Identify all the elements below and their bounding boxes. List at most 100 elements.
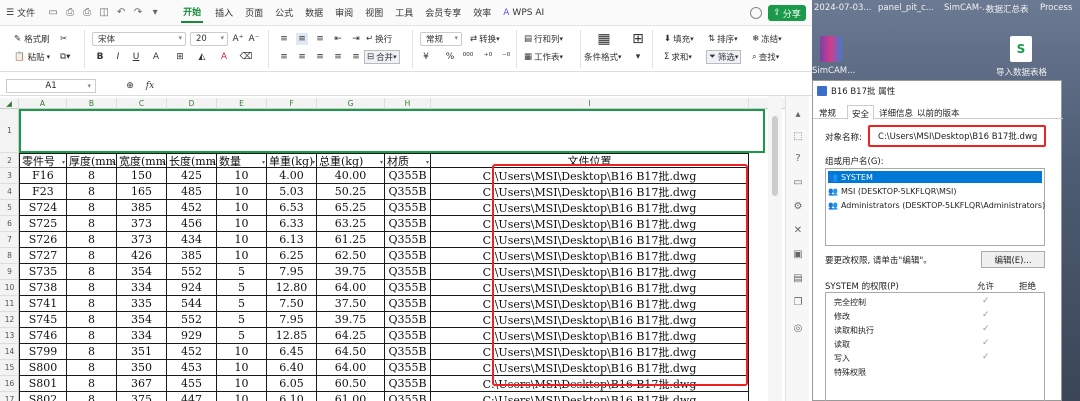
settings-icon[interactable]: ◎	[792, 322, 804, 334]
menu-tab-5[interactable]: 审阅	[335, 2, 353, 23]
border-icon[interactable]: ⊞	[174, 51, 186, 63]
table-cell[interactable]: 8	[67, 376, 117, 392]
table-cell[interactable]: 5	[217, 328, 267, 344]
layout-icon[interactable]: ▤	[792, 272, 804, 284]
menu-tab-2[interactable]: 页面	[245, 2, 263, 23]
conditional-format-button[interactable]: 条件格式 ▾	[584, 50, 622, 64]
column-header[interactable]: G	[317, 98, 385, 109]
table-cell[interactable]: Q355B	[385, 232, 431, 248]
table-cell[interactable]: 10	[217, 248, 267, 264]
fill-color-icon[interactable]: ◭	[196, 51, 208, 63]
table-cell[interactable]: 8	[67, 392, 117, 401]
align-bottom-icon[interactable]: ≡	[314, 33, 326, 45]
table-cell[interactable]: 4.00	[267, 168, 317, 184]
percent-icon[interactable]: %	[444, 51, 456, 63]
filter-button[interactable]: ⏷ 筛选 ▾	[706, 50, 742, 64]
cut-icon[interactable]: ✂	[60, 32, 67, 46]
save-icon[interactable]: ▭	[47, 7, 59, 19]
cell-style-icon[interactable]: ⊞	[630, 31, 646, 47]
table-cell[interactable]: 544	[167, 296, 217, 312]
font-shrink-icon[interactable]: A⁻	[248, 33, 260, 45]
table-cell[interactable]: 5.03	[267, 184, 317, 200]
table-cell[interactable]: 6.33	[267, 216, 317, 232]
table-cell[interactable]: 7.95	[267, 312, 317, 328]
table-cell[interactable]: 485	[167, 184, 217, 200]
table-cell[interactable]: 10	[217, 200, 267, 216]
table-cell[interactable]: 150	[117, 168, 167, 184]
sort-button[interactable]: ⇅ 排序 ▾	[708, 32, 738, 46]
align-center-icon[interactable]: ≡	[296, 51, 308, 63]
column-title[interactable]: 厚度(mm) ▾	[67, 153, 117, 168]
font-family-select[interactable]: 宋体 ▾	[92, 32, 186, 46]
desktop-file-label[interactable]: SimCAM-...	[944, 3, 990, 13]
column-header[interactable]: E	[217, 98, 267, 109]
row-header[interactable]: 8	[0, 248, 19, 264]
table-cell[interactable]: 375	[117, 392, 167, 401]
number-format-select[interactable]: 常规 ▾	[420, 32, 462, 46]
table-cell[interactable]: Q355B	[385, 328, 431, 344]
edit-button[interactable]: 编辑(E)...	[981, 251, 1045, 268]
table-cell[interactable]: S724	[19, 200, 67, 216]
table-cell[interactable]: 8	[67, 184, 117, 200]
table-cell[interactable]: 425	[167, 168, 217, 184]
format-painter-button[interactable]: ✎ 格式刷	[14, 32, 50, 46]
row-col-button[interactable]: ▤ 行和列 ▾	[524, 32, 563, 46]
table-cell[interactable]: Q355B	[385, 376, 431, 392]
table-cell[interactable]: 10	[217, 360, 267, 376]
column-title[interactable]: 宽度(mm) ▾	[117, 153, 167, 168]
align-top-icon[interactable]: ≡	[278, 33, 290, 45]
table-cell[interactable]: 12.80	[267, 280, 317, 296]
table-cell[interactable]: 8	[67, 360, 117, 376]
table-cell[interactable]: 37.50	[317, 296, 385, 312]
table-cell[interactable]: 10	[217, 184, 267, 200]
table-cell[interactable]: 6.13	[267, 232, 317, 248]
underline-icon[interactable]: U	[130, 51, 142, 63]
table-cell[interactable]: 373	[117, 216, 167, 232]
table-cell[interactable]: 64.50	[317, 344, 385, 360]
table-cell[interactable]: 5	[217, 312, 267, 328]
column-title[interactable]: 单重(kg) ▾	[267, 153, 317, 168]
table-cell[interactable]: F23	[19, 184, 67, 200]
table-cell[interactable]: 5	[217, 280, 267, 296]
table-cell[interactable]: F16	[19, 168, 67, 184]
comment-icon[interactable]: ▭	[792, 176, 804, 188]
table-cell[interactable]: 8	[67, 328, 117, 344]
table-cell[interactable]: 7.50	[267, 296, 317, 312]
column-header[interactable]: A	[19, 98, 67, 109]
table-cell[interactable]: 10	[217, 376, 267, 392]
column-header[interactable]: C	[117, 98, 167, 109]
table-cell[interactable]: 350	[117, 360, 167, 376]
table-cell[interactable]: 6.25	[267, 248, 317, 264]
share-button[interactable]: ⇪ 分享	[768, 5, 806, 21]
paste-button[interactable]: 📋 粘贴 ▾	[14, 50, 50, 64]
table-cell[interactable]: 6.53	[267, 200, 317, 216]
row-header[interactable]: 4	[0, 184, 19, 200]
decimal-dec-icon[interactable]: ⁻⁰	[500, 51, 512, 63]
table-cell[interactable]: Q355B	[385, 360, 431, 376]
table-cell[interactable]: 385	[117, 200, 167, 216]
row-header[interactable]: 5	[0, 200, 19, 216]
row-header[interactable]: 7	[0, 232, 19, 248]
wps-ai-button[interactable]: A WPS AI	[503, 8, 544, 18]
user-list-item[interactable]: 👥 SYSTEM	[828, 171, 1042, 183]
dropdown-icon[interactable]: ▾	[149, 7, 161, 19]
table-cell[interactable]: Q355B	[385, 200, 431, 216]
table-cell[interactable]: 552	[167, 312, 217, 328]
table-cell[interactable]: S738	[19, 280, 67, 296]
font-grow-icon[interactable]: A⁺	[232, 33, 244, 45]
column-title[interactable]: 零件号 ▾	[19, 153, 67, 168]
table-cell[interactable]: C:\Users\MSI\Desktop\B16 B17批.dwg	[431, 392, 749, 401]
table-cell[interactable]: 6.10	[267, 392, 317, 401]
table-cell[interactable]: 8	[67, 232, 117, 248]
table-cell[interactable]: Q355B	[385, 312, 431, 328]
filter-dropdown-icon[interactable]: ▾	[312, 159, 315, 166]
table-cell[interactable]: 552	[167, 264, 217, 280]
distribute-icon[interactable]: ≡	[350, 51, 362, 63]
table-cell[interactable]: S745	[19, 312, 67, 328]
table-cell[interactable]: 10	[217, 216, 267, 232]
menu-tab-0[interactable]: 开始	[181, 2, 204, 23]
table-cell[interactable]: Q355B	[385, 248, 431, 264]
row-header[interactable]: 16	[0, 376, 19, 392]
table-cell[interactable]: 367	[117, 376, 167, 392]
table-cell[interactable]: S800	[19, 360, 67, 376]
